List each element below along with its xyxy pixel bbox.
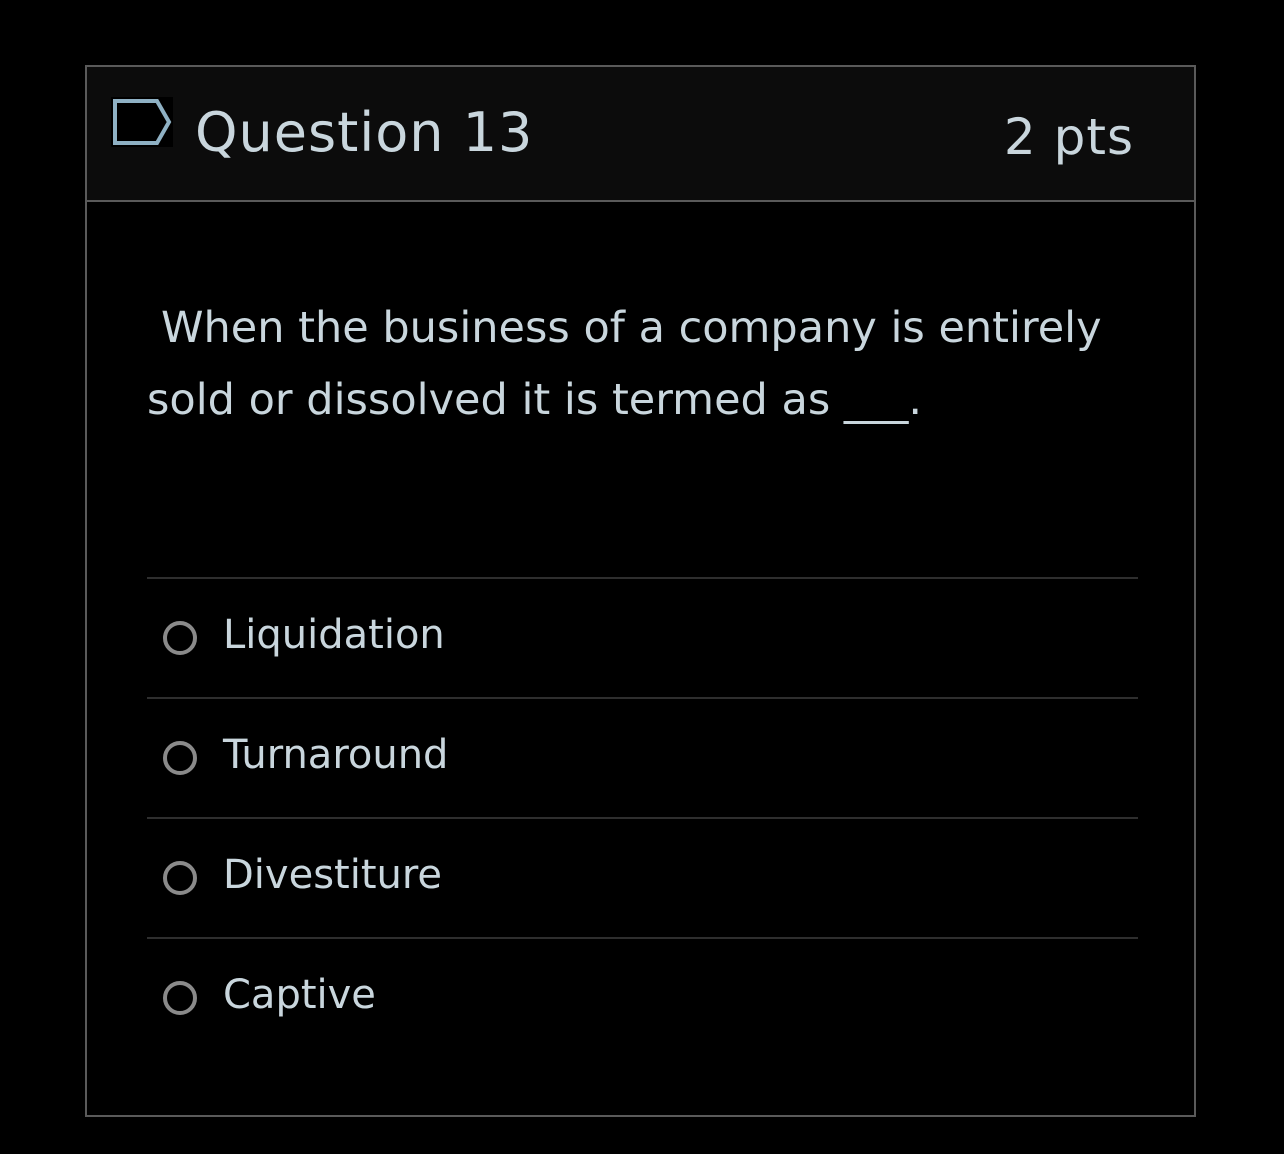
question-card: Question 13 2 pts When the business of a… (85, 65, 1196, 1117)
question-header: Question 13 2 pts (87, 67, 1194, 202)
answer-option-captive[interactable]: Captive (147, 937, 1138, 1057)
flag-icon[interactable] (111, 97, 173, 147)
radio-button[interactable] (163, 741, 197, 775)
answer-label[interactable]: Divestiture (223, 849, 442, 901)
answer-list: Liquidation Turnaround Divestiture Capti… (147, 577, 1138, 1057)
radio-button[interactable] (163, 621, 197, 655)
question-text: When the business of a company is entire… (147, 303, 1102, 425)
answer-label[interactable]: Turnaround (223, 729, 448, 781)
answer-option-turnaround[interactable]: Turnaround (147, 697, 1138, 817)
answer-label[interactable]: Liquidation (223, 609, 445, 661)
answer-option-liquidation[interactable]: Liquidation (147, 577, 1138, 697)
answer-option-divestiture[interactable]: Divestiture (147, 817, 1138, 937)
radio-button[interactable] (163, 981, 197, 1015)
question-points: 2 pts (1003, 108, 1134, 166)
answer-label[interactable]: Captive (223, 969, 376, 1021)
radio-button[interactable] (163, 861, 197, 895)
question-title: Question 13 (195, 101, 534, 164)
